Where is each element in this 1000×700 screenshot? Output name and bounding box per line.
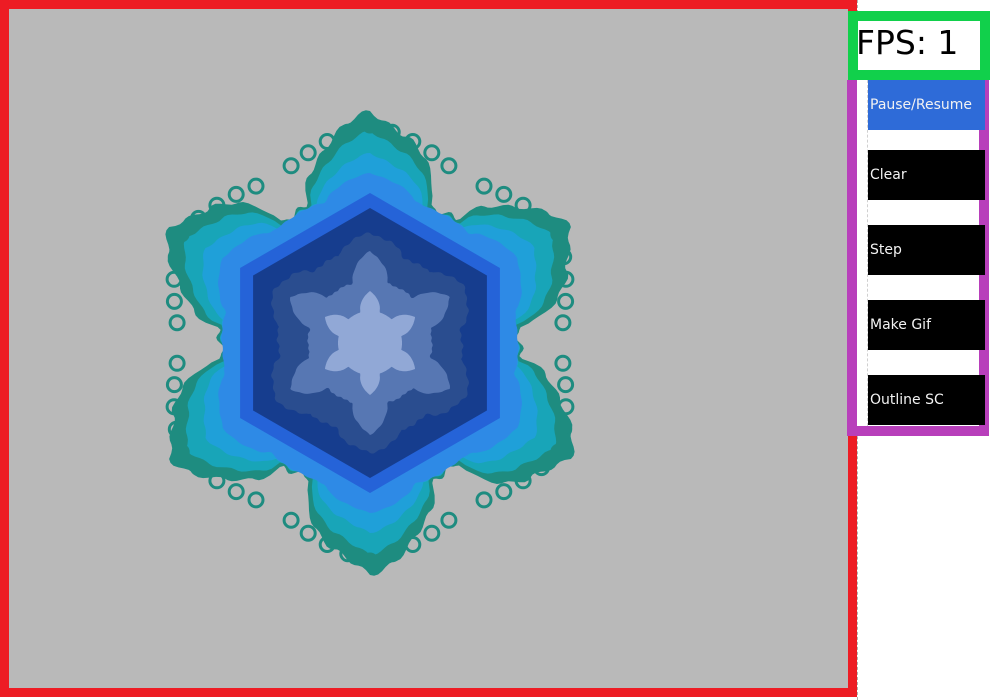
- snowflake-fringe-loop: [495, 185, 513, 203]
- snowflake-fringe-loop: [247, 177, 265, 195]
- snowflake-fringe-loop: [168, 354, 186, 372]
- snowflake-fringe-loop: [557, 376, 575, 394]
- snowflake-fringe-loop: [168, 314, 186, 332]
- snowflake-fringe-loop: [227, 185, 245, 203]
- clear-button[interactable]: Clear: [868, 150, 985, 200]
- snowflake-fringe-loop: [165, 376, 183, 394]
- simulation-canvas[interactable]: [9, 9, 848, 688]
- snowflake-fringe-loop: [554, 314, 572, 332]
- snowflake-fringe-loop: [440, 511, 458, 529]
- snowflake-fringe-loop: [423, 144, 441, 162]
- snowflake-fringe-loop: [495, 483, 513, 501]
- fps-counter: FPS: 1: [856, 23, 959, 62]
- make-gif-button[interactable]: Make Gif: [868, 300, 985, 350]
- pause-resume-button[interactable]: Pause/Resume: [868, 80, 985, 130]
- snowflake-fringe-loop: [282, 511, 300, 529]
- snowflake-fringe-loop: [475, 177, 493, 195]
- snowflake-fringe-loop: [557, 292, 575, 310]
- simulation-canvas-frame: [0, 0, 857, 697]
- snowflake-fringe-loop: [299, 524, 317, 542]
- controls-panel: Pause/Resume Clear Step Make Gif Outline…: [847, 80, 989, 436]
- snowflake-fringe-loop: [165, 292, 183, 310]
- snowflake-fringe-loop: [247, 491, 265, 509]
- step-button[interactable]: Step: [868, 225, 985, 275]
- snowflake-fringe-loop: [554, 354, 572, 372]
- snowflake-fringe-loop: [475, 491, 493, 509]
- snowflake-fringe-loop: [282, 157, 300, 175]
- snowflake-fringe-loop: [440, 157, 458, 175]
- snowflake-fringe-loop: [299, 144, 317, 162]
- snowflake-fringe-loop: [227, 483, 245, 501]
- outline-sc-button[interactable]: Outline SC: [868, 375, 985, 425]
- fps-counter-box: FPS: 1: [848, 11, 990, 80]
- snowflake-fringe-loop: [423, 524, 441, 542]
